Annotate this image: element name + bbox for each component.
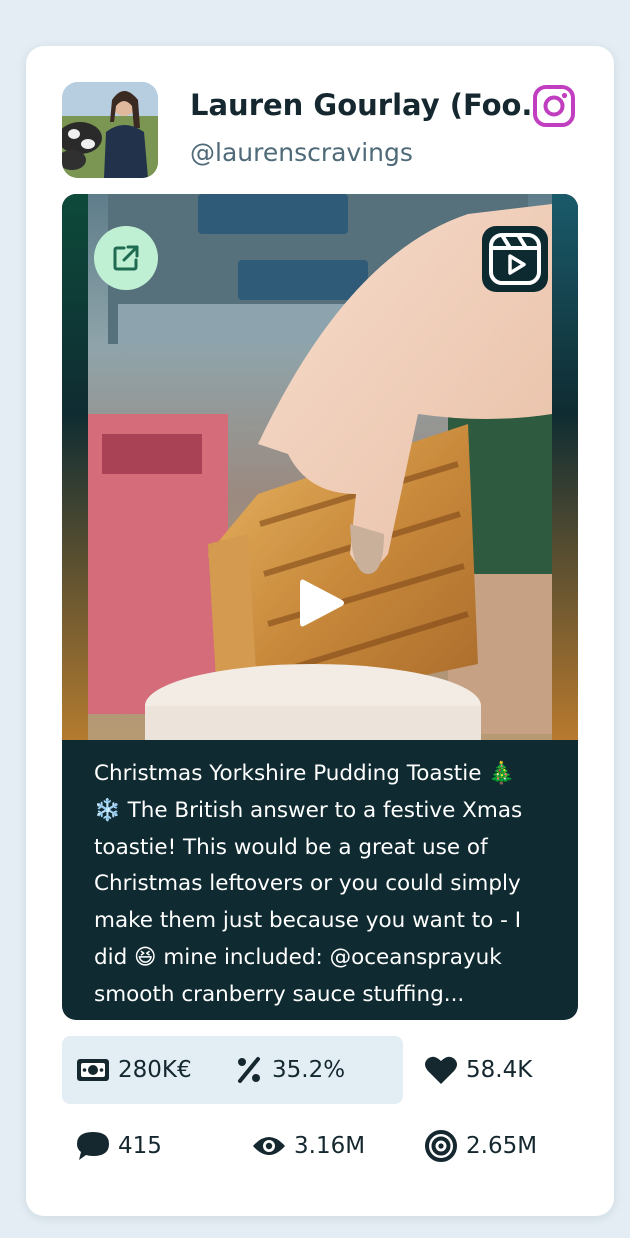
stat-views-value: 3.16M — [294, 1133, 366, 1159]
media-side-blur-right — [552, 194, 578, 740]
stat-reach-value: 2.65M — [466, 1133, 538, 1159]
stat-cost: 280K€ — [76, 1052, 192, 1088]
caption-line: smooth cranberry sauce stuffing... — [94, 981, 465, 1007]
stat-comments-value: 415 — [118, 1133, 162, 1159]
stat-comments: 415 — [76, 1128, 162, 1164]
reels-icon — [482, 226, 548, 292]
post-caption[interactable]: Christmas Yorkshire Pudding Toastie 🎄 ❄️… — [62, 740, 578, 1020]
caption-line: toastie! This would be a great use of — [94, 834, 488, 860]
caption-line: Christmas Yorkshire Pudding Toastie 🎄 — [94, 761, 516, 786]
money-icon — [77, 1059, 109, 1081]
stat-likes: 58.4K — [424, 1052, 532, 1088]
heart-icon — [425, 1056, 457, 1084]
avatar[interactable] — [62, 82, 158, 178]
stat-cost-value: 280K€ — [118, 1057, 192, 1083]
instagram-icon[interactable] — [532, 84, 576, 128]
caption-line: ❄️ The British answer to a festive Xmas — [94, 797, 523, 823]
avatar-photo — [62, 82, 158, 178]
stat-engagement-rate-value: 35.2% — [272, 1057, 346, 1083]
caption-line: make them just because you want to - I — [94, 908, 522, 934]
stat-likes-value: 58.4K — [466, 1057, 533, 1083]
profile-handle[interactable]: @laurenscravings — [190, 138, 413, 167]
stat-reach: 2.65M — [424, 1128, 537, 1164]
profile-name[interactable]: Lauren Gourlay (Foo... — [190, 88, 530, 122]
play-icon[interactable] — [294, 576, 348, 630]
caption-line: Christmas leftovers or you could simply — [94, 871, 521, 897]
open-external-button[interactable] — [94, 226, 158, 290]
stat-engagement-rate: 35.2% — [234, 1052, 345, 1088]
eye-icon — [253, 1137, 285, 1155]
percent-icon — [238, 1057, 260, 1083]
external-link-icon — [113, 245, 139, 271]
caption-line: did 😆 mine included: @oceansprayuk — [94, 944, 502, 970]
media-side-blur-left — [62, 194, 88, 740]
post-media[interactable] — [62, 194, 578, 740]
influencer-post-card[interactable]: Lauren Gourlay (Foo... @laurenscravings — [26, 46, 614, 1216]
stat-views: 3.16M — [252, 1128, 365, 1164]
comment-icon — [77, 1132, 109, 1160]
target-icon — [425, 1130, 457, 1162]
caption-text: Christmas Yorkshire Pudding Toastie 🎄 ❄️… — [94, 756, 554, 1014]
